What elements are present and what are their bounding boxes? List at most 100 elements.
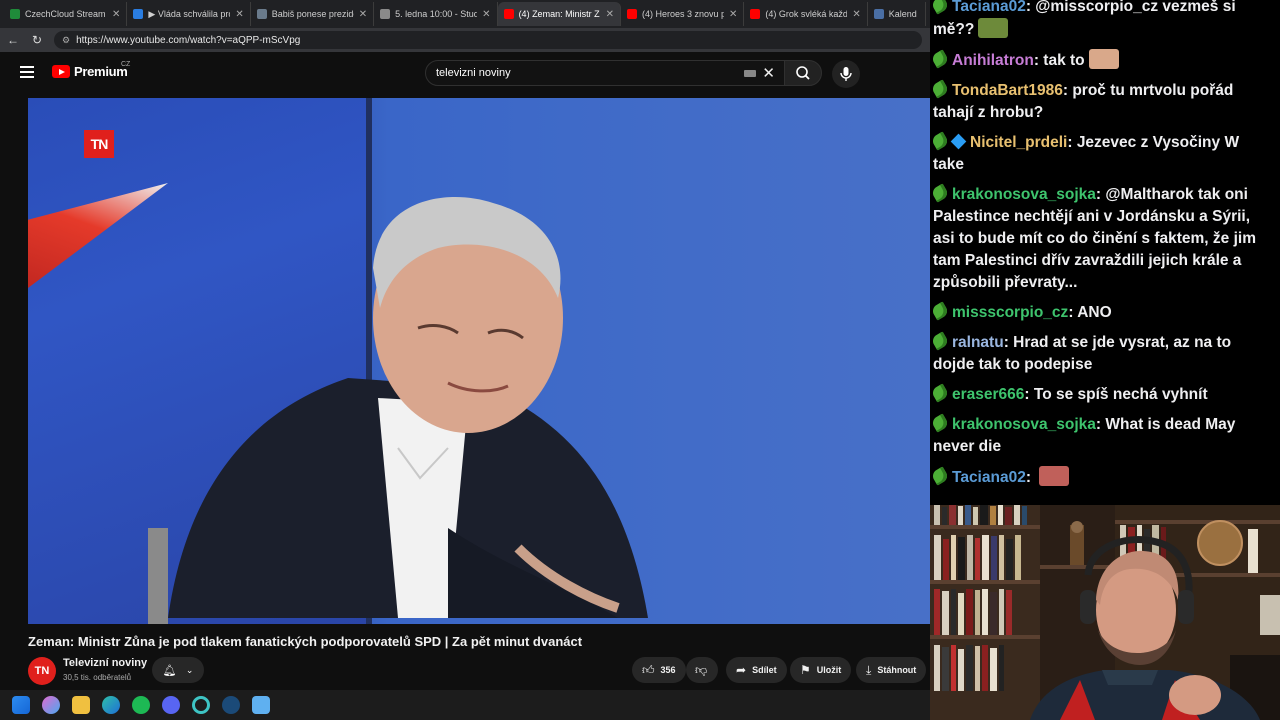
tab-title: (4) Heroes 3 znovu přeis [641,9,724,19]
browser-tab[interactable]: Babiš ponese prezidento ✕ [251,2,375,26]
tab-title: CzechCloud Stream - Wa [25,9,107,19]
subscriber-badge-icon [930,79,950,99]
notepad-icon[interactable] [252,696,270,714]
close-tab-icon[interactable]: ✕ [359,9,367,20]
chat-message: Taciana02: @misscorpio_cz vezmeš si mě?? [930,0,1274,41]
browser-tab[interactable]: (4) Heroes 3 znovu přeis ✕ [621,2,745,26]
close-tab-icon[interactable]: ✕ [235,9,243,20]
subscriber-badge-icon [930,466,950,486]
close-tab-icon[interactable]: ✕ [482,9,490,20]
file-explorer-icon[interactable] [72,696,90,714]
tab-favicon-icon [256,9,267,19]
chat-separator: : [1095,416,1106,433]
chat-separator: : [1025,0,1036,15]
tab-title: Kalend [888,9,917,19]
chat-separator: : [1033,52,1044,69]
close-tab-icon[interactable]: ✕ [852,9,860,20]
reload-icon[interactable]: ↻ [30,33,44,47]
chat-username[interactable]: missscorpio_cz [952,304,1068,321]
chat-username[interactable]: ralnatu [952,334,1004,351]
edge-icon[interactable] [102,696,120,714]
dislike-button[interactable]: 👎︎ [686,657,718,683]
menu-icon[interactable] [20,66,34,78]
tab-favicon-icon [873,9,884,19]
browser-tab[interactable]: (4) Grok svléká každého ✕ [744,2,868,26]
tab-title: ▶ Vláda schválila progra [148,8,230,19]
subscriber-badge-icon [930,0,950,15]
chat-separator: : [1003,334,1014,351]
channel-avatar[interactable]: TN [28,657,56,685]
video-speaker-figure [148,196,648,624]
channel-name[interactable]: Televizní noviny [63,657,147,669]
search-input[interactable]: televizni noviny ✕ [425,60,785,86]
close-tab-icon[interactable]: ✕ [729,9,737,20]
subscriber-badge-icon [930,331,950,351]
save-button[interactable]: ⚑ Uložit [790,657,852,683]
download-button[interactable]: ⤓ Stáhnout [856,657,927,683]
browser-tab[interactable]: Kalend [868,2,926,26]
clear-search-icon[interactable]: ✕ [762,64,775,82]
chat-message: Nicitel_prdeli: Jezevec z Vysočiny W tak… [930,131,1274,176]
close-tab-icon[interactable]: ✕ [112,9,120,20]
microphone-icon [840,67,852,81]
browser-tab[interactable]: ▶ Vláda schválila progra ✕ [127,2,251,26]
keyboard-icon[interactable] [744,70,756,77]
close-tab-icon[interactable]: ✕ [606,9,614,20]
chat-username[interactable]: krakonosova_sojka [952,186,1096,203]
subscriber-badge-icon [930,383,950,403]
save-label: Uložit [816,665,842,675]
chat-username[interactable]: krakonosova_sojka [952,416,1096,433]
spotify-icon[interactable] [132,696,150,714]
tab-title: (4) Zeman: Ministr Z [518,9,600,19]
chat-message: Taciana02: [930,466,1274,489]
copilot-icon[interactable] [42,696,60,714]
windows-start-icon[interactable] [12,696,30,714]
back-icon[interactable]: ← [6,33,20,47]
chat-separator: : [1024,386,1034,403]
tab-favicon-icon [10,9,20,19]
chat-username[interactable]: Anihilatron [952,52,1034,69]
browser-tab[interactable]: CzechCloud Stream - Wa ✕ [4,2,128,26]
browser-tab[interactable]: 5. ledna 10:00 - Studio C ✕ [374,2,498,26]
like-button[interactable]: 👍︎ 356 [632,657,686,683]
steam-icon[interactable] [222,696,240,714]
country-code: CZ [121,61,131,68]
ring-app-icon[interactable] [192,696,210,714]
chat-username[interactable]: eraser666 [952,386,1024,403]
search-button[interactable] [784,60,822,86]
discord-icon[interactable] [162,696,180,714]
chevron-down-icon: ⌄ [185,664,194,675]
like-count: 356 [660,665,676,675]
browser-tab[interactable]: (4) Zeman: Ministr Z ✕ [497,2,621,26]
chat-message: eraser666: To se spíš nechá vyhnít [930,383,1274,406]
tab-title: 5. ledna 10:00 - Studio C [395,9,478,19]
video-title: Zeman: Ministr Zůna je pod tlakem fanati… [28,634,583,649]
video-player[interactable]: TN [28,98,930,624]
site-info-icon[interactable]: ⚙ [62,35,70,46]
search-query: televizni noviny [436,67,511,79]
subscriber-badge-icon [930,301,950,321]
chat-emote-icon [1039,466,1070,486]
tab-favicon-icon [503,9,514,19]
browser-address-bar: ← ↻ ⚙ https://www.youtube.com/watch?v=aQ… [0,28,930,52]
chat-username[interactable]: TondaBart1986 [952,82,1063,99]
browser-tab-bar: CzechCloud Stream - Wa✕▶ Vláda schválila… [0,0,930,28]
chat-emote-icon [978,18,1009,38]
chat-text: tak to [1043,52,1085,69]
chat-separator: : [1067,134,1077,151]
chat-message: krakonosova_sojka: What is dead May neve… [930,413,1274,458]
chat-username[interactable]: Taciana02 [952,469,1026,486]
youtube-logo[interactable]: Premium [52,64,128,79]
url-field[interactable]: ⚙ https://www.youtube.com/watch?v=aQPP-m… [54,31,922,49]
notification-bell-button[interactable]: 🔔︎ ⌄ [152,657,204,683]
chat-username[interactable]: Nicitel_prdeli [970,134,1067,151]
chat-message: krakonosova_sojka: @Maltharok tak oni Pa… [930,183,1274,294]
chat-message: missscorpio_cz: ANO [930,301,1274,324]
voice-search-button[interactable] [832,60,860,88]
chat-username[interactable]: Taciana02 [952,0,1026,15]
tab-title: Babiš ponese prezidento [271,9,354,19]
chat-separator: : [1062,82,1073,99]
share-button[interactable]: ➦ Sdílet [726,657,787,683]
chat-message: Anihilatron: tak to [930,49,1274,72]
download-icon: ⤓ [866,662,872,677]
